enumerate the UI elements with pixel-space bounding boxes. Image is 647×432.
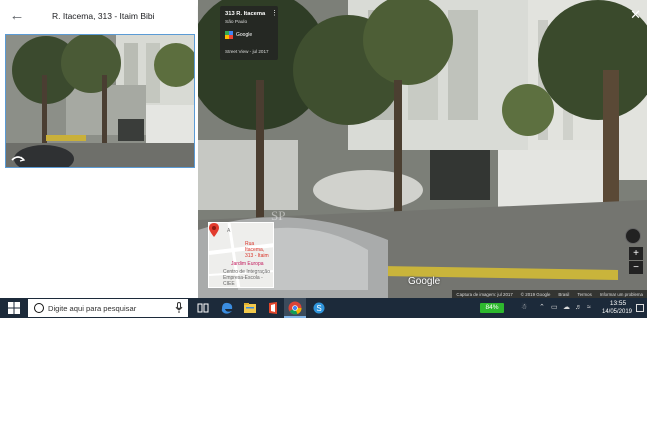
- map-pin-icon: [209, 223, 219, 237]
- sv-city: São Paulo: [225, 20, 248, 25]
- street-view-footer: Captura de imagem: jul 2017 © 2019 Googl…: [452, 290, 647, 298]
- terms-link[interactable]: Termos: [577, 292, 591, 297]
- taskbar: Digite aqui para pesquisar S 84% ☃ ⌃ ▭ ☁…: [0, 298, 647, 318]
- onedrive-icon[interactable]: ☁: [563, 304, 570, 312]
- report-problem-link[interactable]: Informar um problema: [600, 292, 643, 297]
- taskbar-search[interactable]: Digite aqui para pesquisar: [28, 299, 188, 317]
- sv-provider: Google: [236, 32, 253, 38]
- people-icon[interactable]: ☃: [521, 304, 527, 312]
- edge-icon[interactable]: [220, 301, 234, 315]
- cortana-icon: [34, 303, 44, 313]
- windows-icon[interactable]: [8, 302, 20, 314]
- notifications-icon[interactable]: [636, 304, 644, 312]
- microphone-icon[interactable]: [175, 302, 183, 314]
- close-icon[interactable]: ✕: [630, 8, 641, 21]
- chrome-icon: [288, 301, 302, 315]
- sv-address: 313 R. Itacema: [225, 11, 266, 17]
- place-panel: ← R. Itacema, 313 - Itaim Bibi: [0, 0, 198, 298]
- zoom-in-button[interactable]: +: [629, 247, 643, 260]
- chrome-taskbar-button[interactable]: [284, 298, 306, 318]
- google-maps-icon: [225, 31, 233, 39]
- mini-map-place-label: Rua Itacema, 313 - Itaim: [245, 241, 269, 259]
- compass-icon[interactable]: [625, 228, 641, 244]
- clock-date[interactable]: 14/05/2019: [599, 309, 635, 315]
- place-panel-header: ← R. Itacema, 313 - Itaim Bibi: [0, 0, 198, 34]
- capture-date: Captura de imagem: jul 2017: [456, 291, 513, 297]
- wifi-icon[interactable]: ≈: [587, 304, 591, 312]
- street-view-info-card: 313 R. Itacema São Paulo ⋮ Google Street…: [220, 6, 278, 60]
- task-view-icon[interactable]: [196, 301, 210, 315]
- mini-map-poi-label: Centro de Integração Empresa-Escola - CI…: [223, 269, 270, 287]
- svg-text:S: S: [316, 304, 321, 313]
- country-link[interactable]: Brasil: [558, 292, 569, 297]
- zoom-out-button[interactable]: −: [629, 261, 643, 274]
- google-logo: Google: [408, 276, 441, 287]
- street-view[interactable]: 313 R. Itacema São Paulo ⋮ Google Street…: [198, 0, 647, 298]
- search-placeholder: Digite aqui para pesquisar: [48, 304, 137, 313]
- network-icon[interactable]: ▭: [551, 304, 558, 312]
- battery-indicator[interactable]: 84%: [480, 303, 504, 313]
- arrow-left-icon[interactable]: ←: [9, 8, 25, 24]
- street-view-preview[interactable]: [5, 34, 195, 168]
- more-vert-icon[interactable]: ⋮: [271, 10, 278, 17]
- mini-map-area-label: Jardim Europa: [231, 261, 264, 267]
- sv-date[interactable]: Street View - jul 2017: [225, 49, 269, 54]
- file-explorer-icon[interactable]: [243, 301, 257, 315]
- copyright: © 2019 Google: [520, 291, 551, 297]
- volume-icon[interactable]: ♬: [575, 304, 582, 312]
- rotate-icon[interactable]: [10, 154, 26, 164]
- clock-time[interactable]: 13:55: [603, 300, 633, 307]
- mini-map[interactable]: A Rua Itacema, 313 - Itaim Jardim Europa…: [208, 222, 274, 288]
- chevron-up-icon[interactable]: ⌃: [539, 304, 545, 312]
- mini-map-street: A: [227, 228, 231, 234]
- office-icon[interactable]: [266, 301, 280, 315]
- screen: ← R. Itacema, 313 - Itaim Bibi 313 R. It…: [0, 0, 647, 318]
- skype-icon[interactable]: S: [312, 301, 326, 315]
- place-title: R. Itacema, 313 - Itaim Bibi: [52, 11, 155, 21]
